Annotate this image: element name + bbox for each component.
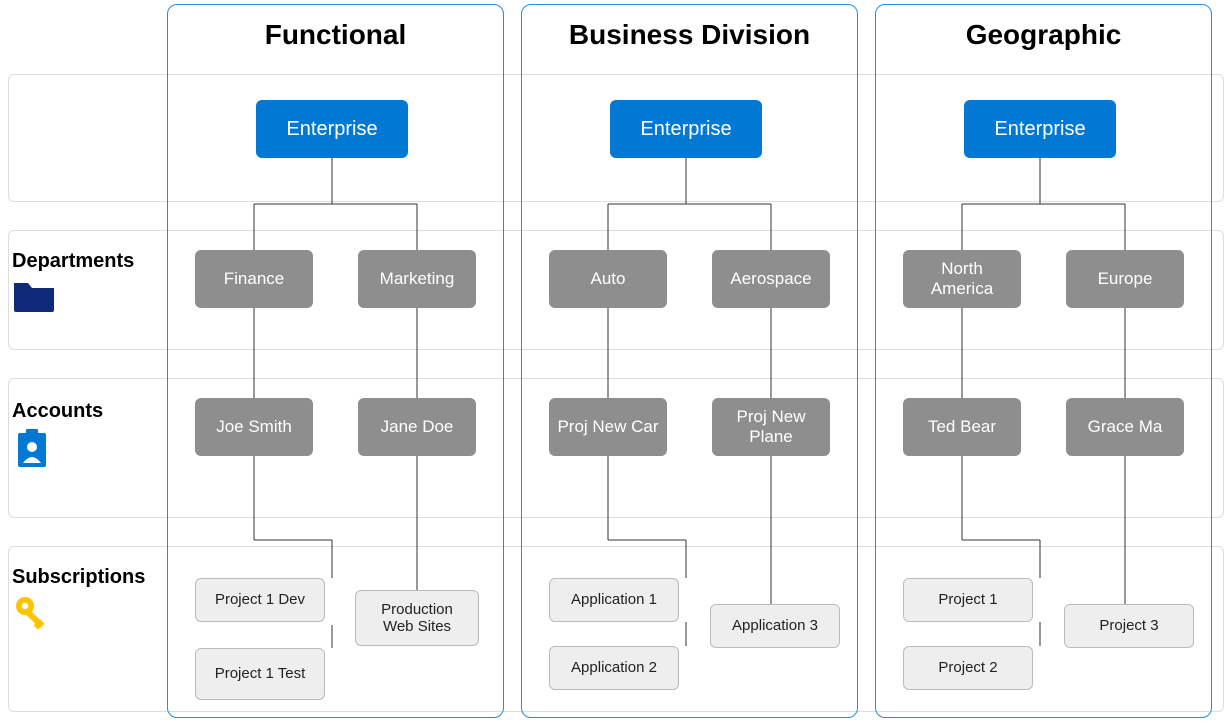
enterprise-node-business: Enterprise bbox=[610, 100, 762, 158]
department-node: Auto bbox=[549, 250, 667, 308]
subscription-node: Project 2 bbox=[903, 646, 1033, 690]
subscription-node: Project 1 bbox=[903, 578, 1033, 622]
account-node: Proj New Car bbox=[549, 398, 667, 456]
department-node: Aerospace bbox=[712, 250, 830, 308]
badge-person-icon bbox=[12, 427, 52, 471]
departments-label: Departments bbox=[12, 250, 134, 273]
enterprise-node-geographic: Enterprise bbox=[964, 100, 1116, 158]
subscription-node: Project 1 Test bbox=[195, 648, 325, 700]
subscription-node: Project 1 Dev bbox=[195, 578, 325, 622]
account-node: Ted Bear bbox=[903, 398, 1021, 456]
subscription-node: Production Web Sites bbox=[355, 590, 479, 646]
department-node: Marketing bbox=[358, 250, 476, 308]
subscriptions-label: Subscriptions bbox=[12, 566, 145, 589]
accounts-label: Accounts bbox=[12, 400, 103, 423]
row-label-accounts: Accounts bbox=[12, 400, 103, 471]
department-node: Europe bbox=[1066, 250, 1184, 308]
account-node: Joe Smith bbox=[195, 398, 313, 456]
column-title-functional: Functional bbox=[168, 5, 503, 51]
enterprise-node-functional: Enterprise bbox=[256, 100, 408, 158]
subscription-node: Application 3 bbox=[710, 604, 840, 648]
account-node: Grace Ma bbox=[1066, 398, 1184, 456]
subscription-node: Project 3 bbox=[1064, 604, 1194, 648]
subscription-node: Application 2 bbox=[549, 646, 679, 690]
key-icon bbox=[12, 593, 54, 635]
department-node: North America bbox=[903, 250, 1021, 308]
column-title-business: Business Division bbox=[522, 5, 857, 51]
row-label-subscriptions: Subscriptions bbox=[12, 566, 145, 635]
column-title-geographic: Geographic bbox=[876, 5, 1211, 51]
row-label-departments: Departments bbox=[12, 250, 134, 313]
account-node: Proj New Plane bbox=[712, 398, 830, 456]
folder-icon bbox=[12, 277, 56, 313]
department-node: Finance bbox=[195, 250, 313, 308]
account-node: Jane Doe bbox=[358, 398, 476, 456]
subscription-node: Application 1 bbox=[549, 578, 679, 622]
